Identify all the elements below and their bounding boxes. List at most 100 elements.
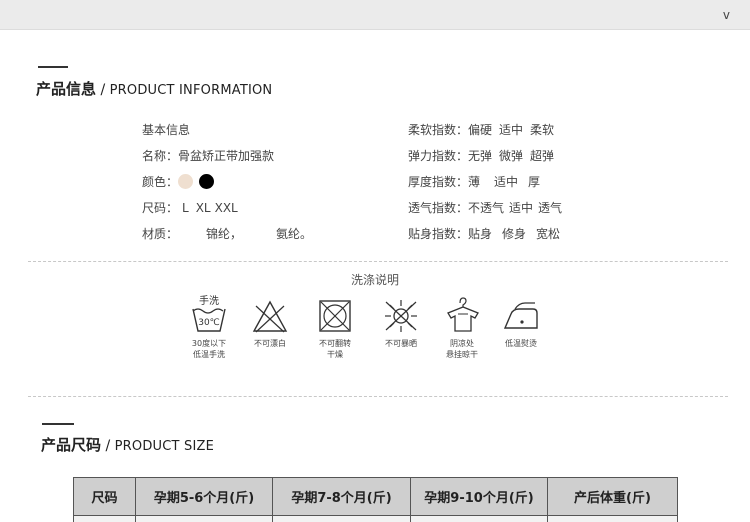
- washing-title: 洗涤说明: [350, 273, 399, 287]
- material-item: 氨纶。: [276, 227, 313, 241]
- caption-line: 低温熨烫: [505, 339, 537, 348]
- index-option: 偏硬: [468, 123, 493, 137]
- table-cell: [135, 515, 273, 522]
- info-right-column: 柔软指数：偏硬 适中 柔软 弹力指数：无弹 微弹 超弹 厚度指数：薄 适中厚 透气指数：不…: [408, 117, 562, 247]
- top-bar: v: [0, 0, 750, 30]
- index-row-elasticity: 弹力指数：无弹 微弹 超弹: [408, 143, 562, 169]
- index-label: 柔软指数：: [408, 123, 469, 137]
- care-caption: 不可翻转 干燥: [300, 338, 370, 360]
- index-option: 无弹: [468, 149, 493, 163]
- care-caption: 30度以下低温手洗: [174, 338, 244, 360]
- color-swatch-black: [199, 174, 215, 189]
- title-en: PRODUCT SIZE: [114, 439, 215, 454]
- title-en: PRODUCT INFORMATION: [109, 83, 273, 98]
- table-cell: [547, 515, 678, 522]
- color-row: 颜色：: [142, 169, 312, 195]
- size-option: L: [182, 201, 189, 215]
- caption-line: 不可漂白: [254, 339, 286, 348]
- caption-line: 干燥: [327, 350, 343, 359]
- pregnancy-5-6-header: 孕期5-6个月(斤): [135, 477, 273, 516]
- material-label: 材质：: [142, 227, 179, 241]
- caption-line: 阴凉处: [450, 339, 474, 348]
- index-option: 适中: [499, 123, 524, 137]
- care-caption: 不可漂白: [235, 338, 305, 349]
- no-tumble-dry-icon: [319, 300, 351, 332]
- basic-info-label: 基本信息: [142, 123, 191, 137]
- postpartum-weight-header: 产后体重(斤): [547, 477, 678, 516]
- name-label: 名称：: [142, 149, 179, 163]
- caption-line: 低温手洗: [193, 350, 225, 359]
- size-row: 尺码： L XL XXL: [142, 195, 312, 221]
- index-row-fit: 贴身指数：贴身 修身 宽松: [408, 221, 562, 247]
- index-option: 宽松: [536, 227, 561, 241]
- material-row: 材质： 锦纶， 氨纶。: [142, 221, 312, 247]
- dashed-divider: [28, 261, 728, 262]
- index-option: 薄: [468, 175, 481, 189]
- name-value: 骨盆矫正带加强款: [178, 149, 275, 163]
- hand-wash-30-icon: 手洗 30℃: [192, 294, 226, 332]
- section-rule: [42, 423, 74, 425]
- index-option: 适中: [494, 175, 519, 189]
- size-col-header: 尺码: [73, 477, 136, 516]
- hand-wash-label: 手洗: [199, 294, 219, 307]
- index-option: 超弹: [530, 149, 555, 163]
- info-left-column: 基本信息 名称：骨盆矫正带加强款 颜色： 尺码： L XL XXL 材质： 锦纶， 氨纶。: [142, 117, 312, 247]
- caption-line: 30度以下: [191, 339, 227, 348]
- size-table-header-row: 尺码 孕期5-6个月(斤) 孕期7-8个月(斤) 孕期9-10个月(斤) 产后体…: [73, 477, 678, 516]
- color-label: 颜色：: [142, 175, 179, 189]
- title-zh: 产品信息: [36, 80, 97, 98]
- care-item-no-sun: 不可暴晒: [366, 294, 436, 349]
- index-option: 修身: [502, 227, 527, 241]
- index-option: 透气: [538, 201, 563, 215]
- caption-line: 不可翻转: [319, 339, 351, 348]
- hang-dry-shade-icon: [447, 297, 479, 332]
- name-row: 名称：骨盆矫正带加强款: [142, 143, 312, 169]
- size-label: 尺码：: [142, 201, 179, 215]
- index-option: 适中: [509, 201, 534, 215]
- low-iron-icon: [503, 302, 538, 329]
- care-item-hand-wash: 手洗 30℃ 30度以下低温手洗: [174, 294, 244, 360]
- wash-temp-label: 30℃: [198, 318, 220, 328]
- index-label: 弹力指数：: [408, 149, 469, 163]
- title-sep: /: [101, 438, 115, 454]
- index-label: 贴身指数：: [408, 227, 469, 241]
- index-label: 透气指数：: [408, 201, 469, 215]
- index-row-breathability: 透气指数：不透气 适中 透气: [408, 195, 562, 221]
- table-cell: [410, 515, 548, 522]
- size-table: 尺码 孕期5-6个月(斤) 孕期7-8个月(斤) 孕期9-10个月(斤) 产后体…: [73, 477, 678, 522]
- size-option: XXL: [214, 201, 238, 215]
- care-item-low-iron: 低温熨烫: [486, 294, 556, 349]
- title-sep: /: [96, 82, 110, 98]
- care-item-no-tumble-dry: 不可翻转 干燥: [300, 294, 370, 360]
- caption-line: 悬挂晾干: [446, 350, 478, 359]
- size-option: XL: [195, 201, 211, 215]
- care-caption: 不可暴晒: [366, 338, 436, 349]
- material-item: 锦纶，: [206, 227, 243, 241]
- table-row: [73, 515, 678, 522]
- index-row-softness: 柔软指数：偏硬 适中 柔软: [408, 117, 562, 143]
- index-option: 柔软: [530, 123, 555, 137]
- index-option: 厚: [528, 175, 541, 189]
- index-row-thickness: 厚度指数：薄 适中厚: [408, 169, 562, 195]
- caption-line: 不可暴晒: [385, 339, 417, 348]
- title-zh: 产品尺码: [41, 436, 102, 454]
- section-rule: [38, 66, 68, 68]
- color-swatch-beige: [178, 174, 194, 189]
- index-option: 不透气: [468, 201, 505, 215]
- no-bleach-icon: [252, 300, 288, 333]
- care-caption: 低温熨烫: [486, 338, 556, 349]
- pregnancy-7-8-header: 孕期7-8个月(斤): [272, 477, 411, 516]
- no-sun-icon: [385, 300, 417, 332]
- index-option: 微弹: [499, 149, 524, 163]
- table-cell: [73, 515, 136, 522]
- care-item-no-bleach: 不可漂白: [235, 294, 305, 349]
- dashed-divider: [28, 396, 728, 397]
- basic-info-row: 基本信息: [142, 117, 312, 143]
- product-size-title: 产品尺码 / PRODUCT SIZE: [41, 434, 214, 455]
- product-info-title: 产品信息 / PRODUCT INFORMATION: [36, 78, 272, 99]
- index-option: 贴身: [468, 227, 493, 241]
- table-cell: [272, 515, 411, 522]
- pregnancy-9-10-header: 孕期9-10个月(斤): [410, 477, 548, 516]
- index-label: 厚度指数：: [408, 175, 469, 189]
- chevron-down-icon[interactable]: v: [723, 8, 730, 22]
